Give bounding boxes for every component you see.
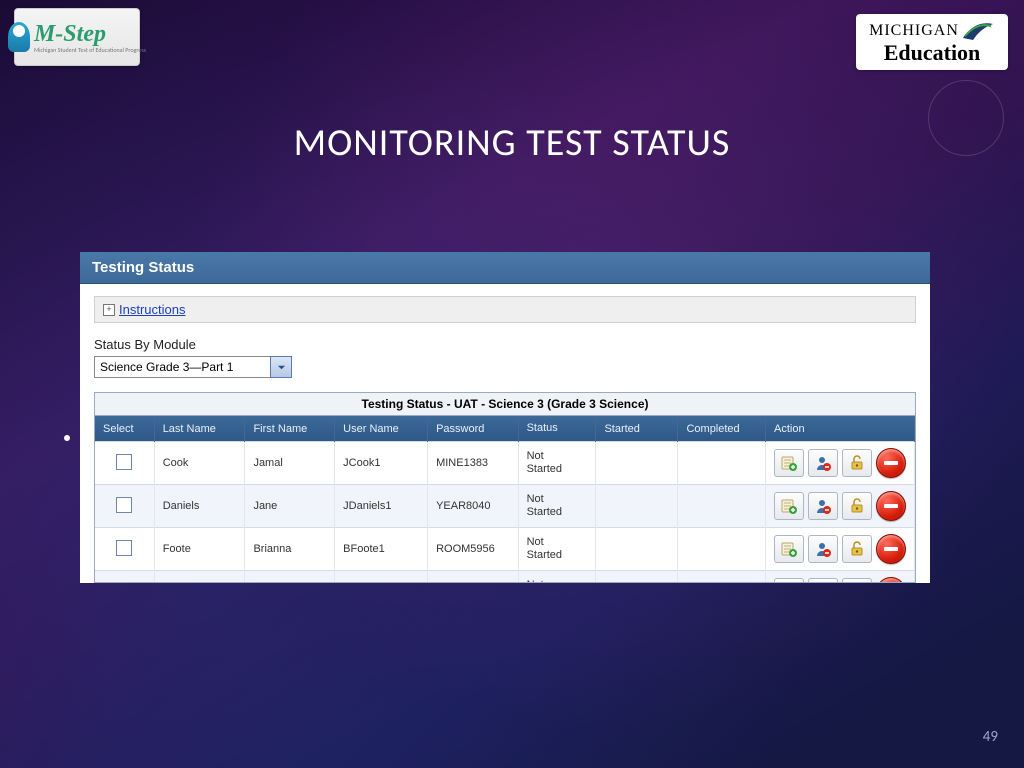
slide-title: MONITORING TEST STATUS [0, 120, 1024, 166]
expand-icon[interactable]: + [103, 304, 115, 316]
col-started[interactable]: Started [596, 416, 678, 442]
cell-last: Cook [154, 442, 245, 485]
mstep-logo: M-Step Michigan Student Test of Educatio… [14, 8, 140, 66]
cell-completed [678, 442, 766, 485]
cell-pass: ROOM5956 [428, 528, 519, 571]
mstep-logo-text: M-Step [34, 21, 106, 47]
cell-started [596, 442, 678, 485]
table-row: FooteBriannaBFoote1ROOM5956NotStarted [95, 528, 915, 571]
testing-status-panel: Testing Status + Instructions Status By … [80, 252, 930, 583]
user-remove-icon[interactable] [808, 492, 838, 520]
cell-action [766, 442, 915, 485]
cell-first: Damian [245, 571, 335, 582]
ticket-add-icon[interactable] [774, 578, 804, 582]
cell-pass: NINE9458 [428, 571, 519, 582]
cell-pass: MINE1383 [428, 442, 519, 485]
cell-started [596, 571, 678, 582]
chevron-down-icon[interactable] [270, 356, 292, 378]
cell-first: Brianna [245, 528, 335, 571]
col-user[interactable]: User Name [335, 416, 428, 442]
lock-open-icon[interactable] [842, 492, 872, 520]
col-select[interactable]: Select [95, 416, 154, 442]
cell-started [596, 528, 678, 571]
cell-user: JCook1 [335, 442, 428, 485]
status-grid: Testing Status - UAT - Science 3 (Grade … [94, 392, 916, 583]
cell-completed [678, 571, 766, 582]
table-row: JuleDamianDJule1NINE9458NotStarted [95, 571, 915, 582]
cell-status: NotStarted [518, 571, 596, 582]
col-status[interactable]: Status [518, 416, 596, 442]
instructions-link[interactable]: Instructions [119, 302, 185, 317]
cell-action [766, 528, 915, 571]
grid-caption: Testing Status - UAT - Science 3 (Grade … [95, 393, 915, 416]
cell-action [766, 485, 915, 528]
user-remove-icon[interactable] [808, 449, 838, 477]
mde-swoosh-icon [961, 18, 995, 44]
grid-header-row: Select Last Name First Name User Name Pa… [95, 416, 915, 442]
stop-icon[interactable] [876, 534, 906, 564]
cell-pass: YEAR8040 [428, 485, 519, 528]
user-remove-icon[interactable] [808, 578, 838, 582]
lock-open-icon[interactable] [842, 535, 872, 563]
col-last[interactable]: Last Name [154, 416, 245, 442]
stop-icon[interactable] [876, 491, 906, 521]
col-completed[interactable]: Completed [678, 416, 766, 442]
cell-status: NotStarted [518, 442, 596, 485]
col-action[interactable]: Action [766, 416, 915, 442]
mde-michigan-text: MICHIGAN [869, 22, 959, 40]
stop-icon[interactable] [876, 577, 906, 582]
module-label: Status By Module [94, 337, 916, 352]
cell-last: Daniels [154, 485, 245, 528]
row-checkbox[interactable] [116, 454, 132, 470]
table-row: CookJamalJCook1MINE1383NotStarted [95, 442, 915, 485]
module-select[interactable] [94, 356, 292, 378]
ticket-add-icon[interactable] [774, 449, 804, 477]
row-checkbox[interactable] [116, 540, 132, 556]
col-pass[interactable]: Password [428, 416, 519, 442]
user-remove-icon[interactable] [808, 535, 838, 563]
cell-status: NotStarted [518, 485, 596, 528]
ticket-add-icon[interactable] [774, 492, 804, 520]
cell-action [766, 571, 915, 582]
cell-last: Jule [154, 571, 245, 582]
mstep-person-icon [8, 22, 30, 52]
cell-last: Foote [154, 528, 245, 571]
panel-title: Testing Status [80, 252, 930, 284]
cell-started [596, 485, 678, 528]
cell-user: BFoote1 [335, 528, 428, 571]
instructions-bar[interactable]: + Instructions [94, 296, 916, 323]
module-select-value[interactable] [94, 356, 270, 378]
grid-scroll-region[interactable]: Select Last Name First Name User Name Pa… [95, 416, 915, 582]
col-first[interactable]: First Name [245, 416, 335, 442]
ticket-add-icon[interactable] [774, 535, 804, 563]
stop-icon[interactable] [876, 448, 906, 478]
lock-open-icon[interactable] [842, 578, 872, 582]
bullet-icon [64, 435, 70, 441]
cell-completed [678, 528, 766, 571]
mstep-logo-caption: Michigan Student Test of Educational Pro… [34, 46, 146, 54]
cell-user: DJule1 [335, 571, 428, 582]
slide-number: 49 [983, 728, 998, 746]
mde-logo: MICHIGAN Education [856, 14, 1008, 70]
cell-status: NotStarted [518, 528, 596, 571]
cell-completed [678, 485, 766, 528]
cell-user: JDaniels1 [335, 485, 428, 528]
cell-first: Jamal [245, 442, 335, 485]
row-checkbox[interactable] [116, 497, 132, 513]
cell-first: Jane [245, 485, 335, 528]
lock-open-icon[interactable] [842, 449, 872, 477]
table-row: DanielsJaneJDaniels1YEAR8040NotStarted [95, 485, 915, 528]
